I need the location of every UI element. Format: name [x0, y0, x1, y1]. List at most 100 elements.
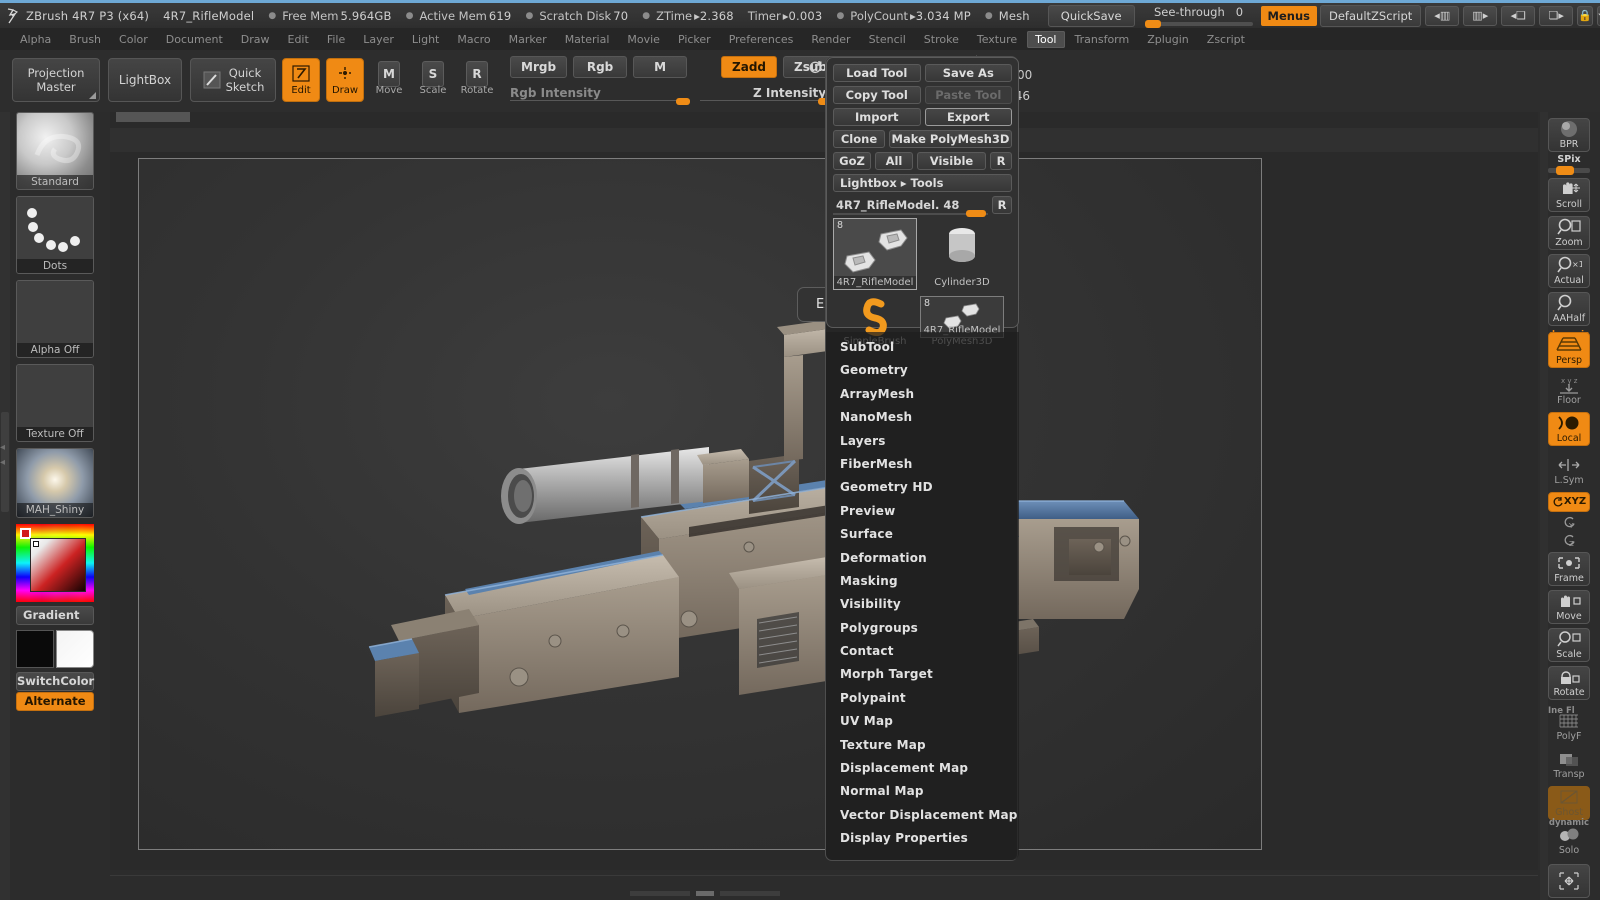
- spix-knob[interactable]: [1556, 166, 1574, 175]
- m-button[interactable]: M: [633, 56, 688, 78]
- canvas-area[interactable]: Export Tool: [110, 112, 1538, 870]
- gradient-button[interactable]: Gradient: [16, 606, 94, 625]
- rgb-intensity-slider[interactable]: Rgb Intensity: [510, 84, 690, 105]
- move-mode-button[interactable]: M Move: [370, 58, 408, 102]
- tool-section-surface[interactable]: Surface: [826, 523, 1019, 546]
- see-through-track[interactable]: [1144, 20, 1253, 28]
- layout-next-icon[interactable]: ❏▸: [1539, 5, 1574, 26]
- menu-item-movie[interactable]: Movie: [619, 31, 668, 48]
- tool-section-preview[interactable]: Preview: [826, 500, 1019, 523]
- main-color-swatch[interactable]: [16, 630, 54, 668]
- material-swatch[interactable]: MAH_Shiny: [16, 448, 94, 518]
- tool-section-geometry-hd[interactable]: Geometry HD: [826, 476, 1019, 499]
- floor-button[interactable]: x y z Floor: [1548, 374, 1590, 408]
- menu-item-draw[interactable]: Draw: [233, 31, 278, 48]
- menu-item-zscript[interactable]: Zscript: [1199, 31, 1253, 48]
- tool-section-uv-map[interactable]: UV Map: [826, 710, 1019, 733]
- layout-prev-icon[interactable]: ◂❏: [1501, 5, 1536, 26]
- tool-section-displacement-map[interactable]: Displacement Map: [826, 757, 1019, 780]
- menus-toggle-button[interactable]: Menus: [1260, 5, 1317, 26]
- copy-tool-button[interactable]: Copy Tool: [833, 86, 921, 104]
- current-tool-name[interactable]: 4R7_RifleModel. 48: [833, 196, 988, 217]
- quick-sketch-button[interactable]: Quick Sketch: [190, 58, 276, 102]
- aahalf-button[interactable]: AAHalf: [1548, 292, 1590, 326]
- menu-item-alpha[interactable]: Alpha: [12, 31, 59, 48]
- secondary-color-swatch[interactable]: [56, 630, 94, 668]
- scroll-button[interactable]: Scroll: [1548, 178, 1590, 212]
- menu-item-texture[interactable]: Texture: [969, 31, 1025, 48]
- tool-section-vector-displacement-map[interactable]: Vector Displacement Map: [826, 804, 1019, 827]
- current-tool-r-button[interactable]: R: [992, 196, 1012, 214]
- export-button[interactable]: Export: [924, 108, 1012, 126]
- alternate-button[interactable]: Alternate: [16, 692, 94, 711]
- menu-item-material[interactable]: Material: [557, 31, 618, 48]
- tool-section-nanomesh[interactable]: NanoMesh: [826, 406, 1019, 429]
- zadd-button[interactable]: Zadd: [721, 56, 778, 78]
- tool-section-display-properties[interactable]: Display Properties: [826, 827, 1019, 850]
- see-through-slider[interactable]: See-through 0: [1144, 5, 1253, 28]
- lightbox-tools-button[interactable]: Lightbox ▸ Tools: [833, 174, 1012, 192]
- xyz-button[interactable]: XYZ: [1548, 492, 1590, 512]
- tool-section-contact[interactable]: Contact: [826, 640, 1019, 663]
- tool-section-normal-map[interactable]: Normal Map: [826, 780, 1019, 803]
- tool-section-fibermesh[interactable]: FiberMesh: [826, 453, 1019, 476]
- perspective-button[interactable]: Persp: [1548, 332, 1590, 368]
- rgb-button[interactable]: Rgb: [573, 56, 628, 78]
- tool-section-morph-target[interactable]: Morph Target: [826, 663, 1019, 686]
- zscript-next-icon[interactable]: ▥▸: [1463, 5, 1498, 26]
- draw-mode-button[interactable]: Draw: [326, 58, 364, 102]
- menu-item-layer[interactable]: Layer: [355, 31, 402, 48]
- actual-button[interactable]: ×1 Actual: [1548, 254, 1590, 288]
- paste-tool-button[interactable]: Paste Tool: [924, 86, 1012, 104]
- goz-all-button[interactable]: All: [875, 152, 913, 170]
- tool-section-arraymesh[interactable]: ArrayMesh: [826, 383, 1019, 406]
- menu-item-zplugin[interactable]: Zplugin: [1139, 31, 1197, 48]
- menu-item-light[interactable]: Light: [404, 31, 447, 48]
- bottom-scroll-left[interactable]: [630, 891, 690, 896]
- tool-section-polypaint[interactable]: Polypaint: [826, 687, 1019, 710]
- ghost-button[interactable]: Ghost: [1548, 786, 1590, 820]
- scale-gizmo-button[interactable]: Scale: [1548, 628, 1590, 662]
- tool-section-layers[interactable]: Layers: [826, 430, 1019, 453]
- rotate-mode-button[interactable]: R Rotate: [458, 58, 496, 102]
- alpha-swatch[interactable]: Alpha Off: [16, 280, 94, 358]
- transparency-button[interactable]: Transp: [1548, 748, 1590, 782]
- local-button[interactable]: Local: [1548, 412, 1590, 446]
- z-axis-button[interactable]: Z: [1550, 532, 1588, 549]
- switch-color-button[interactable]: SwitchColor: [16, 672, 94, 691]
- menu-item-transform[interactable]: Transform: [1067, 31, 1138, 48]
- tool-thumb-cylinder3d[interactable]: Cylinder3D: [920, 218, 1004, 290]
- quicksave-button[interactable]: QuickSave: [1047, 4, 1135, 27]
- load-tool-button[interactable]: Load Tool: [833, 64, 921, 82]
- brush-swatch[interactable]: Standard: [16, 112, 94, 190]
- menu-item-edit[interactable]: Edit: [280, 31, 317, 48]
- default-zscript-button[interactable]: DefaultZScript: [1320, 4, 1422, 27]
- menu-item-picker[interactable]: Picker: [670, 31, 719, 48]
- bottom-scroll-right[interactable]: [720, 891, 780, 896]
- bottom-scrollbar[interactable]: [630, 891, 780, 896]
- color-picker-square[interactable]: [30, 538, 86, 592]
- lightbox-button[interactable]: LightBox: [108, 58, 182, 102]
- goz-button[interactable]: GoZ: [833, 152, 871, 170]
- tool-thumb-riflemodel[interactable]: 8 4R7_RifleModel: [833, 218, 917, 290]
- mrgb-button[interactable]: Mrgb: [510, 56, 568, 78]
- bpr-button[interactable]: BPR: [1548, 118, 1590, 152]
- rgb-intensity-knob[interactable]: [676, 98, 690, 105]
- fit-view-button[interactable]: [1548, 864, 1590, 898]
- goz-r-button[interactable]: R: [990, 152, 1012, 170]
- zoom-button[interactable]: Zoom: [1548, 216, 1590, 250]
- edit-mode-button[interactable]: Edit: [282, 58, 320, 102]
- frame-button[interactable]: Frame: [1548, 552, 1590, 586]
- right-sidebar-scrollbar[interactable]: [1540, 112, 1548, 900]
- color-picker[interactable]: [16, 524, 94, 602]
- move-gizmo-button[interactable]: Move: [1548, 590, 1590, 624]
- spix-slider[interactable]: [1548, 166, 1590, 175]
- local-symmetry-button[interactable]: L.Sym: [1548, 454, 1590, 488]
- menu-item-render[interactable]: Render: [803, 31, 858, 48]
- texture-swatch[interactable]: Texture Off: [16, 364, 94, 442]
- zscript-prev-icon[interactable]: ◂▥: [1425, 5, 1460, 26]
- polyframe-button[interactable]: PolyF: [1548, 710, 1590, 744]
- current-tool-knob[interactable]: [966, 210, 986, 217]
- tool-section-texture-map[interactable]: Texture Map: [826, 734, 1019, 757]
- y-axis-button[interactable]: Y: [1550, 514, 1588, 531]
